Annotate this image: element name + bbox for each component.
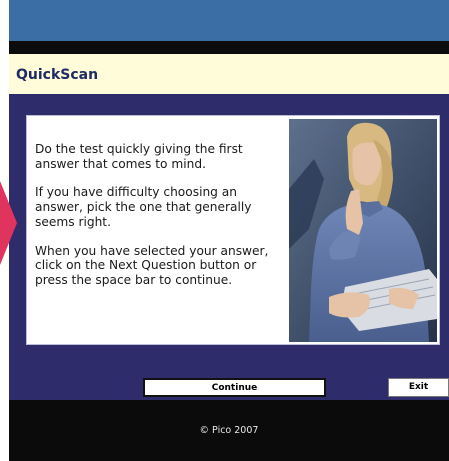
footer: © Pico 2007 [9,400,449,461]
titlebar-stripe [9,41,449,54]
exit-button[interactable]: Exit [388,378,449,397]
app-title: QuickScan [16,67,99,83]
instruction-paragraph-1: Do the test quickly giving the first ans… [35,142,243,171]
instruction-paragraph-2: If you have difficulty choosing an answe… [35,185,252,229]
app-header: QuickScan [9,54,449,96]
window-titlebar [9,0,449,41]
continue-button[interactable]: Continue [143,378,326,397]
thinking-woman-photo [289,119,437,342]
instruction-card: Do the test quickly giving the first ans… [26,115,440,345]
copyright-text: © Pico 2007 [199,425,259,436]
instructions-text: Do the test quickly giving the first ans… [35,142,287,302]
pointer-arrow-icon [0,181,17,265]
instruction-paragraph-3: When you have selected your answer, clic… [35,243,269,287]
